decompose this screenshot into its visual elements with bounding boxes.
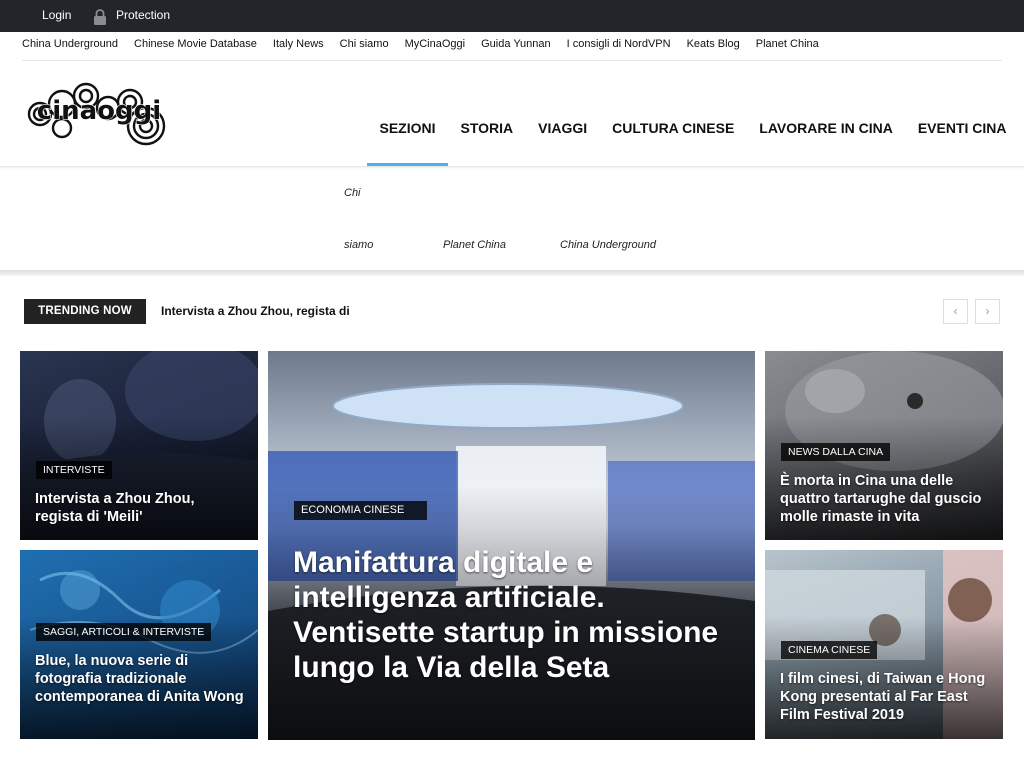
trending-next-button[interactable]: ›: [975, 299, 1000, 324]
submenu-shadow: [0, 270, 1024, 276]
login-link[interactable]: Login: [42, 8, 71, 22]
nav-viaggi[interactable]: VIAGGI: [526, 110, 600, 166]
lock-icon: [94, 9, 106, 25]
link-italy-news[interactable]: Italy News: [273, 38, 324, 54]
link-guida-yunnan[interactable]: Guida Yunnan: [481, 38, 551, 54]
nav-lavorare-in-cina[interactable]: LAVORARE IN CINA: [747, 110, 906, 166]
featured-article-title[interactable]: Manifattura digitale e intelligenza arti…: [293, 545, 743, 685]
submenu-chi-siamo-line2[interactable]: siamo: [344, 239, 373, 251]
chevron-right-icon: ›: [985, 304, 990, 318]
link-china-underground[interactable]: China Underground: [22, 38, 118, 54]
trending-prev-button[interactable]: ‹: [943, 299, 968, 324]
link-nordvpn[interactable]: I consigli di NordVPN: [567, 38, 671, 54]
submenu-planet-china[interactable]: Planet China: [443, 239, 506, 251]
article-tile-blue[interactable]: SAGGI, ARTICOLI & INTERVISTE Blue, la nu…: [20, 550, 258, 739]
trending-badge: TRENDING NOW: [24, 299, 146, 324]
link-planet-china[interactable]: Planet China: [756, 38, 819, 54]
category-badge[interactable]: ECONOMIA CINESE: [294, 501, 427, 520]
category-badge[interactable]: SAGGI, ARTICOLI & INTERVISTE: [36, 623, 212, 641]
article-tile-far-east-film-festival[interactable]: CINEMA CINESE I film cinesi, di Taiwan e…: [765, 550, 1003, 739]
nav-cultura-cinese[interactable]: CULTURA CINESE: [600, 110, 747, 166]
site-logo[interactable]: cinaoggi: [26, 74, 172, 154]
link-keats-blog[interactable]: Keats Blog: [687, 38, 740, 54]
article-title[interactable]: Blue, la nuova serie di fotografia tradi…: [35, 652, 250, 706]
article-title[interactable]: È morta in Cina una delle quattro tartar…: [780, 472, 995, 526]
header-shadow: [0, 166, 1024, 169]
logo-wordmark: cinaoggi: [37, 96, 161, 126]
protection-link[interactable]: Protection: [116, 8, 170, 22]
nav-storia[interactable]: STORIA: [448, 110, 526, 166]
link-chi-siamo[interactable]: Chi siamo: [340, 38, 389, 54]
category-badge[interactable]: NEWS DALLA CINA: [781, 443, 891, 461]
top-bar: Login Protection: [0, 0, 1024, 32]
header-divider: [22, 60, 1002, 61]
link-chinese-movie-database[interactable]: Chinese Movie Database: [134, 38, 257, 54]
category-badge[interactable]: CINEMA CINESE: [781, 641, 878, 659]
article-tile-tartarughe[interactable]: NEWS DALLA CINA È morta in Cina una dell…: [765, 351, 1003, 540]
submenu-chi-siamo-line1[interactable]: Chi: [344, 187, 361, 199]
article-tile-manifattura-digitale[interactable]: ECONOMIA CINESE Manifattura digitale e i…: [268, 351, 755, 740]
submenu-china-underground[interactable]: China Underground: [560, 239, 656, 251]
article-title[interactable]: I film cinesi, di Taiwan e Hong Kong pre…: [780, 670, 995, 724]
main-nav: SEZIONI STORIA VIAGGI CULTURA CINESE LAV…: [367, 110, 1019, 166]
trending-headline[interactable]: Intervista a Zhou Zhou, regista di: [161, 304, 350, 318]
secondary-links: China Underground Chinese Movie Database…: [22, 38, 819, 54]
article-title[interactable]: Intervista a Zhou Zhou, regista di 'Meil…: [35, 490, 245, 526]
nav-sezioni[interactable]: SEZIONI: [367, 110, 449, 166]
chevron-left-icon: ‹: [953, 304, 958, 318]
link-mycinaoggi[interactable]: MyCinaOggi: [405, 38, 466, 54]
category-badge[interactable]: INTERVISTE: [36, 461, 112, 479]
article-tile-zhou-zhou[interactable]: INTERVISTE Intervista a Zhou Zhou, regis…: [20, 351, 258, 540]
nav-eventi-cina[interactable]: EVENTI CINA: [905, 110, 1019, 166]
